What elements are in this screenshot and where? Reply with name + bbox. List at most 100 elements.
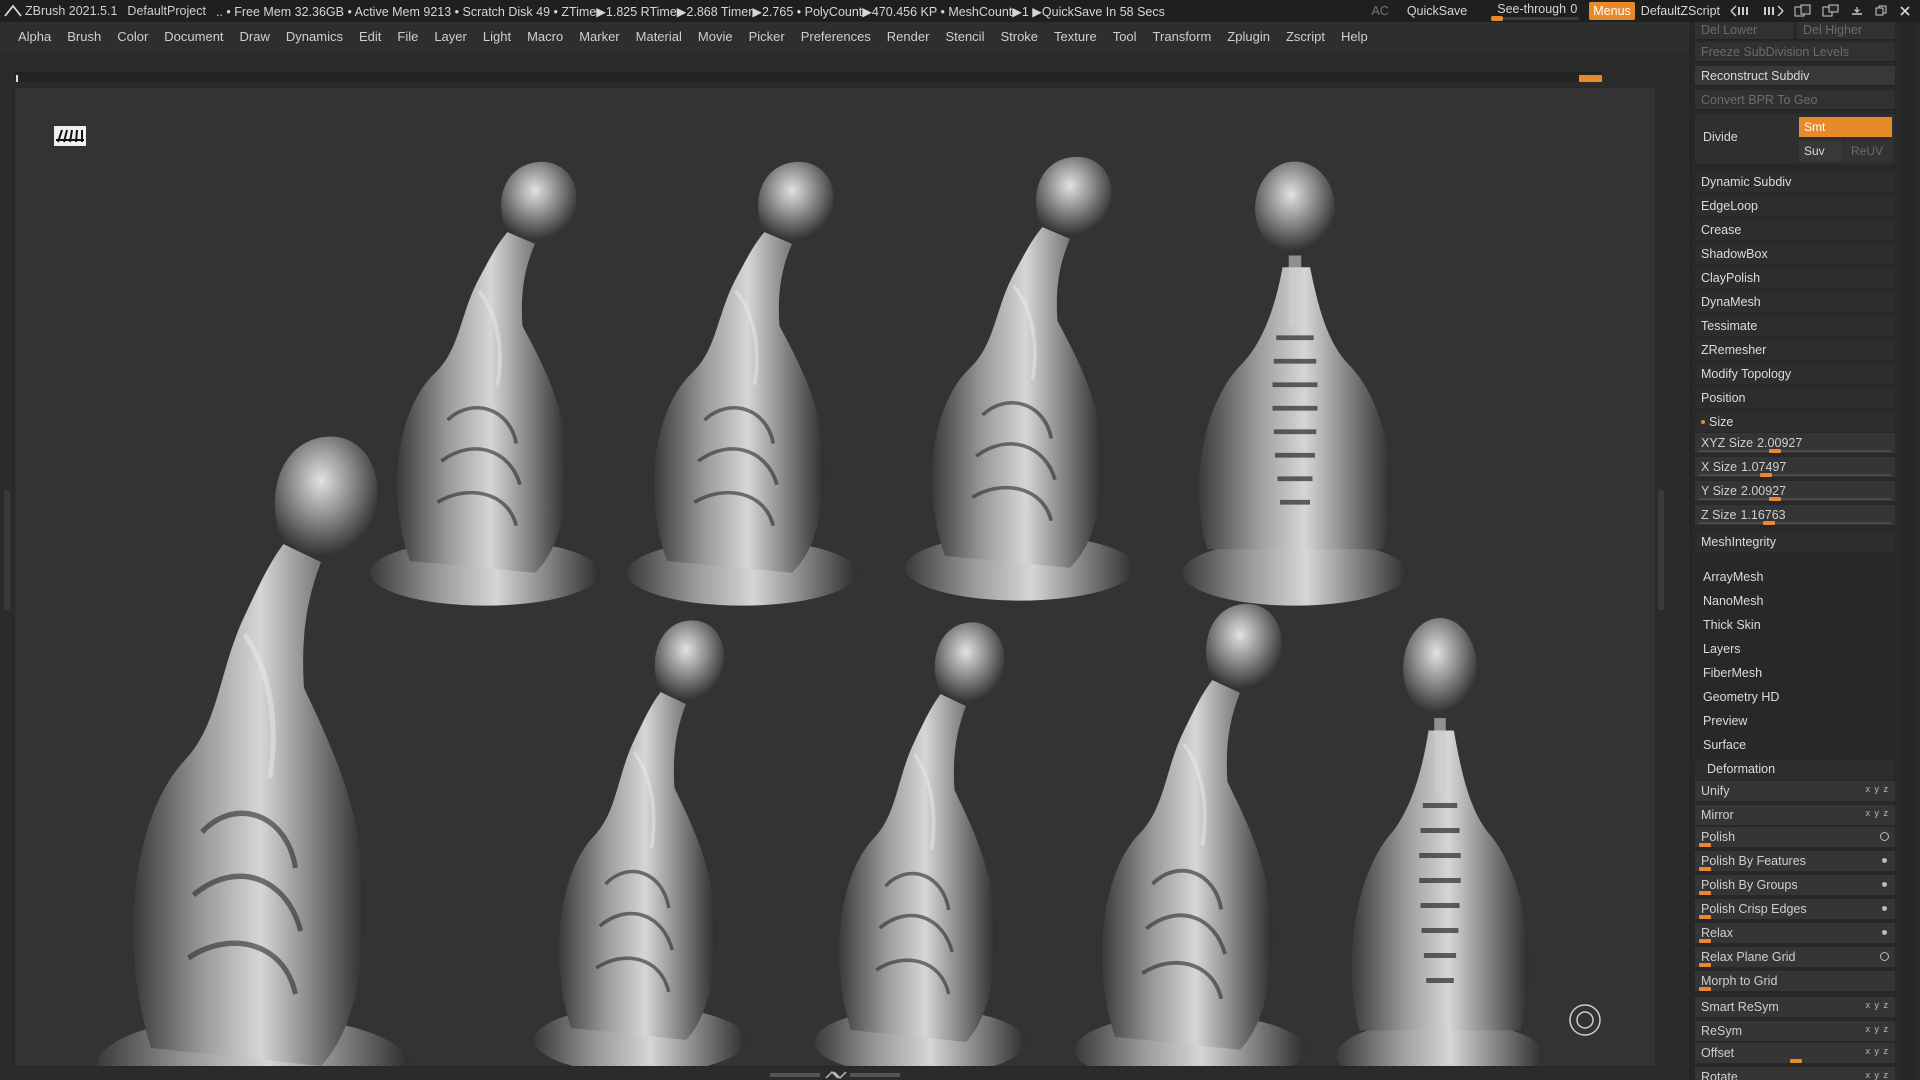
thick-skin-subpalette[interactable]: Thick Skin (1703, 615, 1903, 635)
axis-toggle-icons[interactable]: x y z (1865, 808, 1889, 818)
polish-mode-icon[interactable] (1882, 858, 1887, 863)
axis-toggle-icons[interactable]: x y z (1865, 1070, 1889, 1080)
menus-toggle[interactable]: Menus (1589, 2, 1635, 20)
menu-edit[interactable]: Edit (359, 29, 381, 44)
x-size-slider[interactable]: X Size 1.07497 (1695, 457, 1895, 477)
menu-file[interactable]: File (397, 29, 418, 44)
menu-marker[interactable]: Marker (579, 29, 619, 44)
relax-mode-icon[interactable] (1880, 952, 1889, 961)
timeline-track[interactable] (14, 72, 1602, 82)
menu-alpha[interactable]: Alpha (18, 29, 51, 44)
menu-transform[interactable]: Transform (1153, 29, 1212, 44)
gizmo-icon[interactable] (1568, 1003, 1602, 1037)
menu-stencil[interactable]: Stencil (945, 29, 984, 44)
polish-by-features-slider[interactable]: Polish By Features (1695, 851, 1895, 871)
crease-subpalette[interactable]: Crease (1695, 220, 1895, 240)
menu-stroke[interactable]: Stroke (1000, 29, 1038, 44)
menu-tool[interactable]: Tool (1113, 29, 1137, 44)
ac-toggle[interactable]: AC (1371, 4, 1388, 18)
modify-topology-subpalette[interactable]: Modify Topology (1695, 364, 1895, 384)
z-size-slider[interactable]: Z Size 1.16763 (1695, 505, 1895, 525)
reconstruct-subdiv-button[interactable]: Reconstruct Subdiv (1695, 66, 1895, 86)
shadowbox-subpalette[interactable]: ShadowBox (1695, 244, 1895, 264)
axis-toggle-icons[interactable]: x y z (1865, 1024, 1889, 1034)
project-name[interactable]: DefaultProject (127, 4, 206, 18)
polish-mode-icon[interactable] (1882, 882, 1887, 887)
menu-help[interactable]: Help (1341, 29, 1368, 44)
rotate-slider[interactable]: Rotate x y z (1695, 1067, 1895, 1080)
polish-crisp-edges-slider[interactable]: Polish Crisp Edges (1695, 899, 1895, 919)
reuv-button[interactable]: ReUV (1845, 141, 1892, 161)
interface-swap-icon[interactable] (1794, 4, 1812, 18)
layout-right-icon[interactable] (1762, 5, 1784, 17)
relax-plane-grid-slider[interactable]: Relax Plane Grid (1695, 947, 1895, 967)
menu-zplugin[interactable]: Zplugin (1227, 29, 1270, 44)
relax-mode-icon[interactable] (1882, 930, 1887, 935)
menu-render[interactable]: Render (887, 29, 930, 44)
edgeloop-subpalette[interactable]: EdgeLoop (1695, 196, 1895, 216)
offset-slider[interactable]: Offset x y z (1695, 1043, 1895, 1063)
floor-grid-icon[interactable] (54, 126, 86, 146)
menu-macro[interactable]: Macro (527, 29, 563, 44)
menu-document[interactable]: Document (164, 29, 223, 44)
del-lower-button[interactable]: Del Lower (1695, 22, 1793, 40)
convert-bpr-button[interactable]: Convert BPR To Geo (1695, 90, 1895, 110)
default-zscript-button[interactable]: DefaultZScript (1641, 4, 1720, 18)
surface-subpalette[interactable]: Surface (1703, 735, 1903, 755)
menu-layer[interactable]: Layer (434, 29, 467, 44)
polish-mode-icon[interactable] (1880, 832, 1889, 841)
polish-slider[interactable]: Polish (1695, 827, 1895, 847)
size-subpalette[interactable]: Size (1695, 412, 1895, 432)
y-size-slider[interactable]: Y Size 2.00927 (1695, 481, 1895, 501)
palette-scrollbar[interactable] (1901, 22, 1915, 1080)
unify-button[interactable]: Unify x y z (1695, 781, 1895, 801)
meshintegrity-subpalette[interactable]: MeshIntegrity (1695, 532, 1895, 552)
freeze-subdiv-button[interactable]: Freeze SubDivision Levels (1695, 42, 1895, 62)
restore-icon[interactable] (1874, 4, 1888, 18)
fibermesh-subpalette[interactable]: FiberMesh (1703, 663, 1903, 683)
menu-light[interactable]: Light (483, 29, 511, 44)
menu-draw[interactable]: Draw (240, 29, 270, 44)
minimize-icon[interactable] (1850, 4, 1864, 18)
axis-toggle-icons[interactable]: x y z (1865, 1000, 1889, 1010)
document-canvas[interactable] (14, 87, 1656, 1067)
menu-material[interactable]: Material (636, 29, 682, 44)
nanomesh-subpalette[interactable]: NanoMesh (1703, 591, 1903, 611)
axis-toggle-icons[interactable]: x y z (1865, 784, 1889, 794)
see-through-slider[interactable]: See-through 0 (1491, 0, 1580, 22)
dynamic-subdiv-subpalette[interactable]: Dynamic Subdiv (1695, 172, 1895, 192)
layout-left-icon[interactable] (1730, 5, 1752, 17)
arraymesh-subpalette[interactable]: ArrayMesh (1703, 567, 1903, 587)
suv-toggle[interactable]: Suv (1799, 141, 1843, 161)
zremesher-subpalette[interactable]: ZRemesher (1695, 340, 1895, 360)
menu-texture[interactable]: Texture (1054, 29, 1097, 44)
position-subpalette[interactable]: Position (1695, 388, 1895, 408)
menu-color[interactable]: Color (117, 29, 148, 44)
relax-slider[interactable]: Relax (1695, 923, 1895, 943)
divide-button[interactable]: Divide (1703, 130, 1738, 144)
mirror-button[interactable]: Mirror x y z (1695, 805, 1895, 825)
smt-toggle[interactable]: Smt (1799, 117, 1892, 137)
polish-by-groups-slider[interactable]: Polish By Groups (1695, 875, 1895, 895)
axis-toggle-icons[interactable]: x y z (1865, 1046, 1889, 1056)
del-higher-button[interactable]: Del Higher (1797, 22, 1895, 40)
preview-subpalette[interactable]: Preview (1703, 711, 1903, 731)
bottom-tray-handle[interactable] (770, 1070, 900, 1080)
right-tray-handle[interactable] (1658, 490, 1664, 610)
menu-movie[interactable]: Movie (698, 29, 733, 44)
geometry-hd-subpalette[interactable]: Geometry HD (1703, 687, 1903, 707)
menu-dynamics[interactable]: Dynamics (286, 29, 343, 44)
menu-preferences[interactable]: Preferences (801, 29, 871, 44)
deformation-subpalette[interactable]: Deformation (1695, 759, 1895, 779)
tessimate-subpalette[interactable]: Tessimate (1695, 316, 1895, 336)
timeline-marker[interactable] (1579, 75, 1602, 82)
layers-subpalette[interactable]: Layers (1703, 639, 1903, 659)
menu-zscript[interactable]: Zscript (1286, 29, 1325, 44)
left-tray-handle[interactable] (4, 490, 10, 610)
interface-layout-icon[interactable] (1822, 4, 1840, 18)
claypolish-subpalette[interactable]: ClayPolish (1695, 268, 1895, 288)
menu-picker[interactable]: Picker (749, 29, 785, 44)
quicksave-button[interactable]: QuickSave (1407, 4, 1467, 18)
close-icon[interactable] (1898, 4, 1912, 18)
smart-resym-button[interactable]: Smart ReSym x y z (1695, 997, 1895, 1017)
